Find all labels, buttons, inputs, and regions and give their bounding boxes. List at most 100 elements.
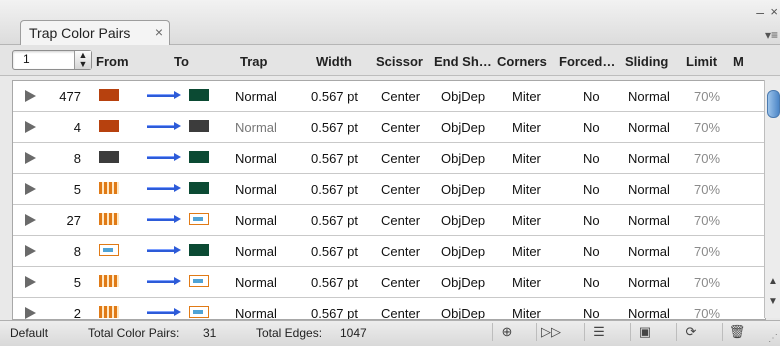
col-limit[interactable]: Limit bbox=[686, 54, 717, 69]
width-value[interactable]: 0.567 pt bbox=[311, 182, 358, 197]
col-width[interactable]: Width bbox=[316, 54, 352, 69]
col-sliding[interactable]: Sliding bbox=[625, 54, 668, 69]
table-row[interactable]: 4 Normal 0.567 pt Center ObjDep Miter No Normal… bbox=[13, 112, 765, 143]
corners-value[interactable]: Miter bbox=[512, 244, 541, 259]
sliding-value[interactable]: Normal bbox=[628, 306, 670, 319]
sliding-value[interactable]: Normal bbox=[628, 275, 670, 290]
sliding-value[interactable]: Normal bbox=[628, 151, 670, 166]
scroll-down-icon[interactable]: ▼ bbox=[768, 296, 778, 307]
sliding-value[interactable]: Normal bbox=[628, 213, 670, 228]
pair-stepper[interactable]: 1 ▲ ▼ bbox=[12, 50, 92, 70]
limit-value[interactable]: 70% bbox=[694, 182, 720, 197]
col-forced[interactable]: Forced… bbox=[559, 54, 615, 69]
scissor-value[interactable]: Center bbox=[381, 306, 420, 319]
limit-value[interactable]: 70% bbox=[694, 306, 720, 319]
width-value[interactable]: 0.567 pt bbox=[311, 275, 358, 290]
sliding-value[interactable]: Normal bbox=[628, 182, 670, 197]
corners-value[interactable]: Miter bbox=[512, 151, 541, 166]
end-shape-value[interactable]: ObjDep bbox=[441, 244, 485, 259]
resize-grip-icon[interactable]: ⋰ bbox=[768, 333, 778, 344]
sliding-value[interactable]: Normal bbox=[628, 89, 670, 104]
col-scissor[interactable]: Scissor bbox=[376, 54, 423, 69]
next-icon[interactable]: ▷▷ bbox=[536, 323, 565, 341]
scroll-up-icon[interactable]: ▲ bbox=[768, 276, 778, 287]
scissor-value[interactable]: Center bbox=[381, 182, 420, 197]
col-from[interactable]: From bbox=[96, 54, 129, 69]
forced-value[interactable]: No bbox=[583, 151, 600, 166]
close-icon[interactable]: × bbox=[155, 24, 163, 40]
limit-value[interactable]: 70% bbox=[694, 120, 720, 135]
width-value[interactable]: 0.567 pt bbox=[311, 244, 358, 259]
forced-value[interactable]: No bbox=[583, 120, 600, 135]
corners-value[interactable]: Miter bbox=[512, 182, 541, 197]
scissor-value[interactable]: Center bbox=[381, 213, 420, 228]
width-value[interactable]: 0.567 pt bbox=[311, 89, 358, 104]
end-shape-value[interactable]: ObjDep bbox=[441, 275, 485, 290]
width-value[interactable]: 0.567 pt bbox=[311, 306, 358, 319]
tab-trap-color-pairs[interactable]: Trap Color Pairs × bbox=[20, 20, 170, 45]
width-value[interactable]: 0.567 pt bbox=[311, 213, 358, 228]
trap-value[interactable]: Normal bbox=[235, 89, 277, 104]
scissor-value[interactable]: Center bbox=[381, 244, 420, 259]
zoom-icon[interactable]: ⊕ bbox=[492, 323, 521, 341]
sliding-value[interactable]: Normal bbox=[628, 244, 670, 259]
end-shape-value[interactable]: ObjDep bbox=[441, 120, 485, 135]
table-row[interactable]: 27 Normal 0.567 pt Center ObjDep Miter No Norma… bbox=[13, 205, 765, 236]
table-row[interactable]: 5 Normal 0.567 pt Center ObjDep Miter No Normal… bbox=[13, 174, 765, 205]
forced-value[interactable]: No bbox=[583, 244, 600, 259]
corners-value[interactable]: Miter bbox=[512, 89, 541, 104]
trap-value[interactable]: Normal bbox=[235, 213, 277, 228]
trap-value[interactable]: Normal bbox=[235, 244, 277, 259]
forced-value[interactable]: No bbox=[583, 182, 600, 197]
width-value[interactable]: 0.567 pt bbox=[311, 151, 358, 166]
end-shape-value[interactable]: ObjDep bbox=[441, 151, 485, 166]
col-to[interactable]: To bbox=[174, 54, 189, 69]
scissor-value[interactable]: Center bbox=[381, 89, 420, 104]
table-row[interactable]: 8 Normal 0.567 pt Center ObjDep Miter No Normal… bbox=[13, 236, 765, 267]
col-end-shape[interactable]: End Sh… bbox=[434, 54, 492, 69]
corners-value[interactable]: Miter bbox=[512, 213, 541, 228]
trash-icon[interactable]: 🗑 bbox=[722, 323, 751, 341]
end-shape-value[interactable]: ObjDep bbox=[441, 89, 485, 104]
scissor-value[interactable]: Center bbox=[381, 275, 420, 290]
stepper-arrows-icon[interactable]: ▲ ▼ bbox=[74, 51, 91, 69]
forced-value[interactable]: No bbox=[583, 275, 600, 290]
trap-value[interactable]: Normal bbox=[235, 275, 277, 290]
corners-value[interactable]: Miter bbox=[512, 275, 541, 290]
trap-value[interactable]: Normal bbox=[235, 151, 277, 166]
sliding-value[interactable]: Normal bbox=[628, 120, 670, 135]
col-m[interactable]: M bbox=[733, 54, 744, 69]
corners-value[interactable]: Miter bbox=[512, 306, 541, 319]
limit-value[interactable]: 70% bbox=[694, 89, 720, 104]
col-trap[interactable]: Trap bbox=[240, 54, 267, 69]
table-row[interactable]: 2 Normal 0.567 pt Center ObjDep Miter No Normal… bbox=[13, 298, 765, 319]
update-icon[interactable]: ⟳ bbox=[676, 323, 705, 341]
minimize-icon[interactable]: – bbox=[756, 4, 764, 20]
panel-menu-icon[interactable]: ▾≡ bbox=[765, 28, 778, 42]
width-value[interactable]: 0.567 pt bbox=[311, 120, 358, 135]
scroll-thumb[interactable] bbox=[767, 90, 780, 118]
list-icon[interactable]: ☰ bbox=[584, 323, 613, 341]
trap-value[interactable]: Normal bbox=[235, 120, 277, 135]
limit-value[interactable]: 70% bbox=[694, 151, 720, 166]
new-icon[interactable]: ▣ bbox=[630, 323, 659, 341]
trap-value[interactable]: Normal bbox=[235, 182, 277, 197]
limit-value[interactable]: 70% bbox=[694, 213, 720, 228]
table-row[interactable]: 8 Normal 0.567 pt Center ObjDep Miter No Normal… bbox=[13, 143, 765, 174]
corners-value[interactable]: Miter bbox=[512, 120, 541, 135]
end-shape-value[interactable]: ObjDep bbox=[441, 213, 485, 228]
window-close-icon[interactable]: × bbox=[770, 4, 778, 19]
scissor-value[interactable]: Center bbox=[381, 120, 420, 135]
limit-value[interactable]: 70% bbox=[694, 244, 720, 259]
limit-value[interactable]: 70% bbox=[694, 275, 720, 290]
end-shape-value[interactable]: ObjDep bbox=[441, 182, 485, 197]
vertical-scrollbar[interactable]: ▲ ▼ bbox=[764, 80, 780, 318]
scissor-value[interactable]: Center bbox=[381, 151, 420, 166]
end-shape-value[interactable]: ObjDep bbox=[441, 306, 485, 319]
col-corners[interactable]: Corners bbox=[497, 54, 547, 69]
forced-value[interactable]: No bbox=[583, 89, 600, 104]
forced-value[interactable]: No bbox=[583, 306, 600, 319]
forced-value[interactable]: No bbox=[583, 213, 600, 228]
table-row[interactable]: 477 Normal 0.567 pt Center ObjDep Miter No Norm… bbox=[13, 81, 765, 112]
table-row[interactable]: 5 Normal 0.567 pt Center ObjDep Miter No Normal… bbox=[13, 267, 765, 298]
